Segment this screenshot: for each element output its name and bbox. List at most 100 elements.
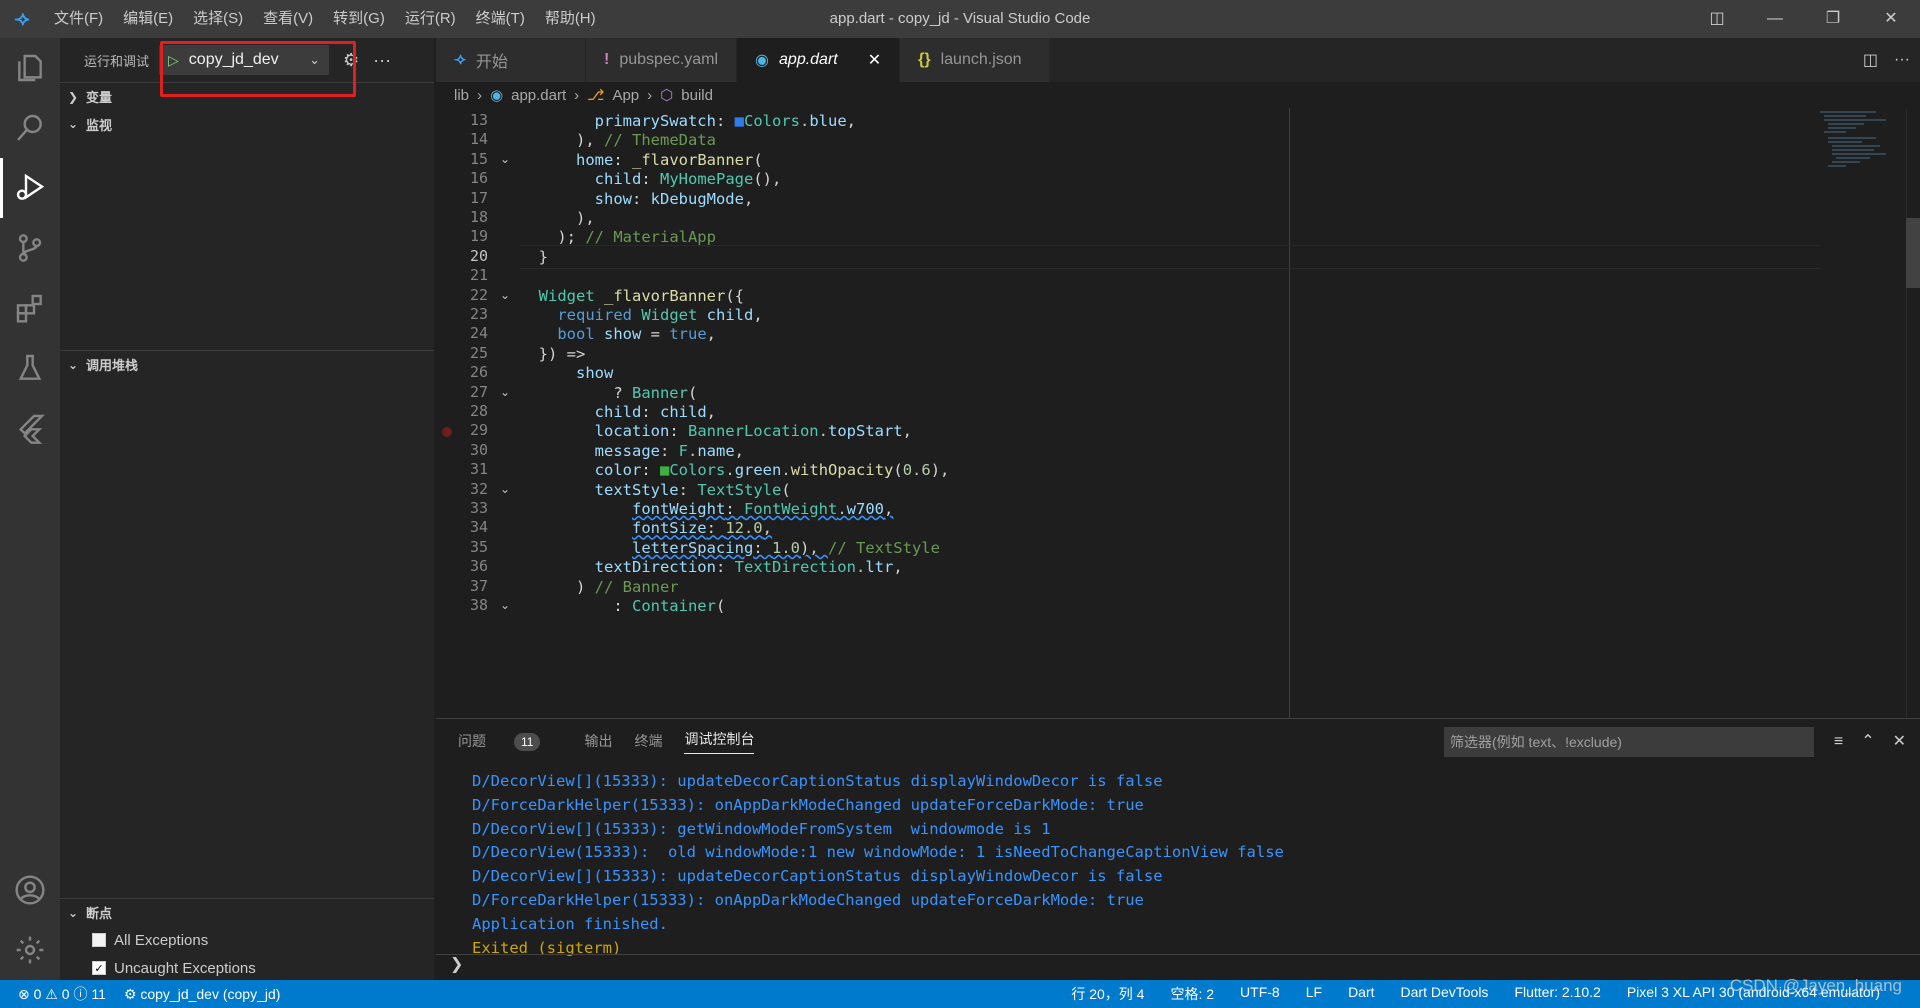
dart-devtools[interactable]: Dart DevTools: [1401, 984, 1489, 1004]
breakpoint-all-exceptions[interactable]: All Exceptions: [60, 926, 434, 954]
menu-item[interactable]: 转到(G): [323, 0, 395, 38]
info-count: 11: [91, 986, 106, 1002]
title-bar: ⟢ 文件(F) 编辑(E) 选择(S) 查看(V) 转到(G) 运行(R) 终端(T) 帮助(…: [0, 0, 1920, 38]
tab-output[interactable]: 输出: [584, 731, 612, 751]
chevron-down-icon: ⌄: [68, 905, 79, 920]
flutter-version[interactable]: Flutter: 2.10.2: [1514, 984, 1600, 1004]
layout-icon[interactable]: ◫: [1688, 0, 1746, 38]
watch-section[interactable]: ⌄ 监视: [60, 110, 434, 138]
menu-item[interactable]: 运行(R): [395, 0, 466, 38]
column-ruler: [1289, 108, 1290, 718]
tab-pubspec[interactable]: ! pubspec.yaml: [586, 38, 738, 82]
callstack-section[interactable]: ⌄ 调用堆栈: [60, 350, 434, 378]
line-number: 33: [469, 499, 488, 517]
flutter-icon[interactable]: [0, 398, 60, 458]
tab-start[interactable]: ⟢ 开始: [436, 38, 586, 82]
checkbox-checked[interactable]: ✓: [92, 961, 106, 975]
fold-chevron-icon[interactable]: ⌄: [500, 288, 510, 302]
tab-label: 问题: [458, 733, 486, 749]
split-editor-icon[interactable]: ◫: [1863, 50, 1878, 70]
menu-item[interactable]: 终端(T): [466, 0, 535, 38]
menu-item[interactable]: 选择(S): [183, 0, 253, 38]
line-number: 27: [469, 382, 488, 401]
settings-gear-icon[interactable]: [0, 920, 60, 980]
explorer-icon[interactable]: [0, 38, 60, 98]
scrollbar-thumb[interactable]: [1906, 218, 1920, 288]
language-mode[interactable]: Dart: [1348, 984, 1374, 1004]
debug-target-status[interactable]: ⚙ copy_jd_dev (copy_jd): [124, 986, 281, 1003]
window-controls: ◫ — ❐ ✕: [1688, 0, 1920, 38]
fold-chevron-icon[interactable]: ⌄: [500, 482, 510, 496]
callstack-label: 调用堆栈: [86, 358, 139, 373]
breadcrumb-item[interactable]: build: [681, 87, 713, 104]
extensions-icon[interactable]: [0, 278, 60, 338]
chevron-down-icon: ⌄: [68, 357, 79, 372]
line-number: 26: [469, 363, 488, 382]
fold-chevron-icon[interactable]: ⌄: [500, 598, 510, 612]
line-number: 22: [469, 285, 488, 304]
more-actions-icon[interactable]: ···: [1894, 51, 1910, 69]
more-actions-icon[interactable]: ···: [373, 50, 391, 71]
tab-launch-json[interactable]: {} launch.json: [900, 38, 1051, 82]
exception-label: All Exceptions: [114, 931, 209, 949]
breakpoints-section[interactable]: ⌄ 断点: [60, 898, 434, 926]
breadcrumb-item[interactable]: app.dart: [511, 87, 566, 104]
vscode-logo-icon: ⟢: [14, 7, 30, 30]
search-icon[interactable]: [0, 98, 60, 158]
code-area[interactable]: primarySwatch: ■Colors.blue, ), // Theme…: [520, 108, 1820, 718]
code-editor[interactable]: 13 14 15 ⌄ 16 17 18 19 20 21 22 ⌄ 23 24 25 26 27 ⌄ 28 29 30 3…: [436, 108, 1920, 718]
maximize-panel-icon[interactable]: ⌃: [1861, 727, 1874, 757]
console-line: D/DecorView[](15333): getWindowModeFromS…: [472, 819, 1051, 838]
console-input[interactable]: ❯: [436, 954, 1920, 980]
close-panel-icon[interactable]: ✕: [1893, 727, 1906, 757]
console-line: D/DecorView[](15333): updateDecorCaption…: [472, 772, 1163, 790]
exclamation-icon: !: [604, 51, 610, 68]
line-number: 36: [469, 557, 488, 576]
console-line: D/ForceDarkHelper(15333): onAppDarkModeC…: [472, 891, 1144, 909]
breakpoint-uncaught-exceptions[interactable]: ✓ Uncaught Exceptions: [60, 954, 434, 982]
source-control-icon[interactable]: [0, 218, 60, 278]
clear-console-icon[interactable]: ≡: [1834, 727, 1843, 757]
breadcrumb-item[interactable]: lib: [454, 87, 469, 104]
tab-problems[interactable]: 问题 11: [458, 731, 562, 751]
indentation[interactable]: 空格: 2: [1170, 984, 1214, 1004]
encoding[interactable]: UTF-8: [1240, 984, 1280, 1004]
problems-count-badge: 11: [514, 733, 541, 751]
prompt-chevron-icon: ❯: [450, 956, 464, 973]
menu-item[interactable]: 查看(V): [253, 0, 323, 38]
menu-item[interactable]: 帮助(H): [535, 0, 606, 38]
account-icon[interactable]: [0, 860, 60, 920]
line-ending[interactable]: LF: [1306, 984, 1322, 1004]
console-line: D/ForceDarkHelper(15333): onAppDarkModeC…: [472, 795, 1144, 814]
tab-terminal[interactable]: 终端: [634, 731, 662, 751]
panel-actions: ≡ ⌃ ✕: [1834, 727, 1906, 757]
fold-chevron-icon[interactable]: ⌄: [500, 385, 510, 399]
tab-debug-console[interactable]: 调试控制台: [684, 729, 755, 754]
tab-label: launch.json: [940, 51, 1022, 68]
console-filter-input[interactable]: 筛选器(例如 text、!exclude): [1444, 727, 1814, 757]
activity-bar: [0, 38, 60, 980]
menu-item[interactable]: 文件(F): [44, 0, 113, 38]
minimize-button[interactable]: —: [1746, 0, 1804, 38]
tab-app-dart[interactable]: ◉ app.dart ✕: [737, 38, 901, 82]
run-debug-icon[interactable]: [0, 158, 60, 218]
code-line[interactable]: : Container(: [520, 594, 725, 618]
variables-label: 变量: [86, 90, 113, 105]
breadcrumb-item[interactable]: App: [612, 87, 639, 104]
line-number: 14: [469, 130, 488, 149]
problems-status[interactable]: ⊗ 0 ⚠ 0 ⓘ 11: [18, 984, 106, 1004]
dart-icon: ◉: [490, 87, 504, 104]
close-tab-icon[interactable]: ✕: [868, 50, 881, 70]
cursor-position[interactable]: 行 20，列 4: [1071, 984, 1144, 1004]
line-number: 23: [469, 305, 488, 323]
tab-label: app.dart: [779, 51, 838, 68]
close-window-button[interactable]: ✕: [1862, 0, 1920, 38]
menu-item[interactable]: 编辑(E): [113, 0, 183, 38]
minimap[interactable]: [1816, 108, 1906, 188]
fold-chevron-icon[interactable]: ⌄: [500, 152, 510, 166]
restore-button[interactable]: ❐: [1804, 0, 1862, 38]
testing-icon[interactable]: [0, 338, 60, 398]
chevron-right-icon: ›: [647, 86, 653, 104]
editor-scrollbar[interactable]: [1906, 108, 1920, 718]
checkbox[interactable]: [92, 933, 106, 947]
